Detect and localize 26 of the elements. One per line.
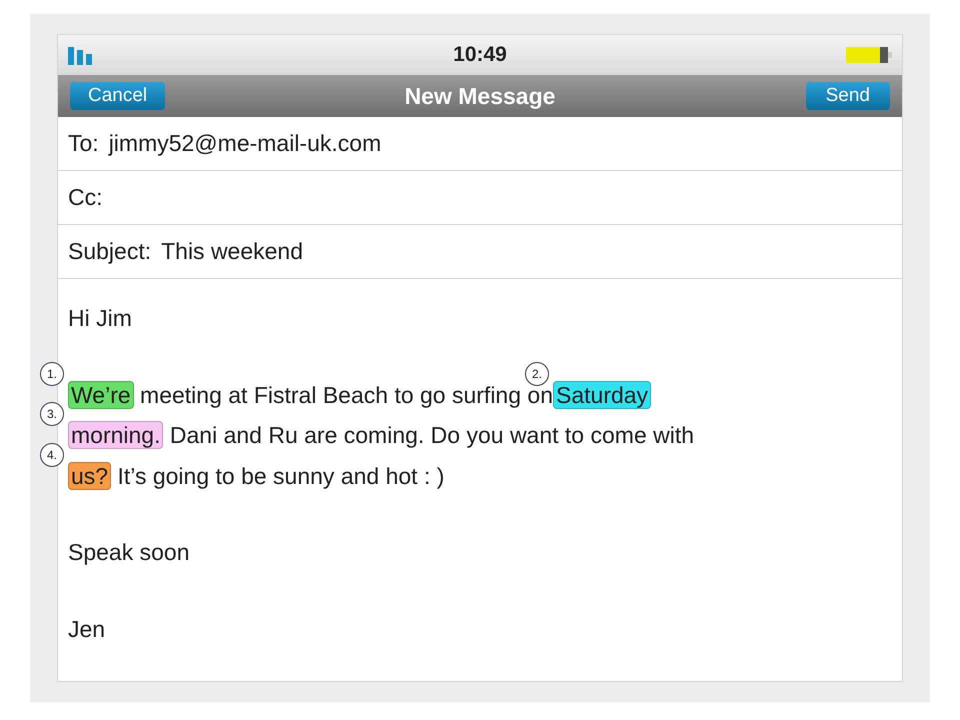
- cancel-button[interactable]: Cancel: [70, 82, 166, 110]
- send-button[interactable]: Send: [806, 82, 890, 110]
- number-marker: 3.: [40, 402, 64, 426]
- highlighted-word: us?: [68, 462, 112, 490]
- battery-icon: [846, 45, 892, 65]
- field-value: jimmy52@me-mail-uk.com: [108, 129, 382, 158]
- form-field[interactable]: To: jimmy52@me-mail-uk.com: [58, 117, 902, 171]
- field-value: This weekend: [161, 237, 304, 266]
- signature-text: Jen: [68, 614, 106, 644]
- highlighted-word: We’re: [68, 380, 134, 408]
- form-field[interactable]: Cc:: [58, 171, 902, 225]
- highlighted-word: morning.: [68, 421, 164, 449]
- body-text: Dani and Ru are coming. Do you want to come with: [168, 422, 694, 448]
- message-title: New Message: [404, 82, 556, 111]
- number-marker: 2.: [525, 362, 549, 386]
- closing-text: Speak soon: [68, 538, 190, 567]
- number-marker: 4.: [40, 442, 64, 466]
- form-field[interactable]: Subject: This weekend: [58, 225, 902, 279]
- field-label: Subject:: [68, 237, 152, 266]
- body-text: It’s going to be sunny and hot : ): [116, 462, 444, 488]
- greeting-text: Hi Jim: [68, 304, 132, 333]
- field-label: To:: [68, 129, 99, 158]
- clock-time: 10:49: [453, 42, 507, 68]
- number-marker: 1.: [40, 362, 64, 386]
- highlighted-word: Saturday: [553, 380, 652, 408]
- field-label: Cc:: [68, 183, 102, 212]
